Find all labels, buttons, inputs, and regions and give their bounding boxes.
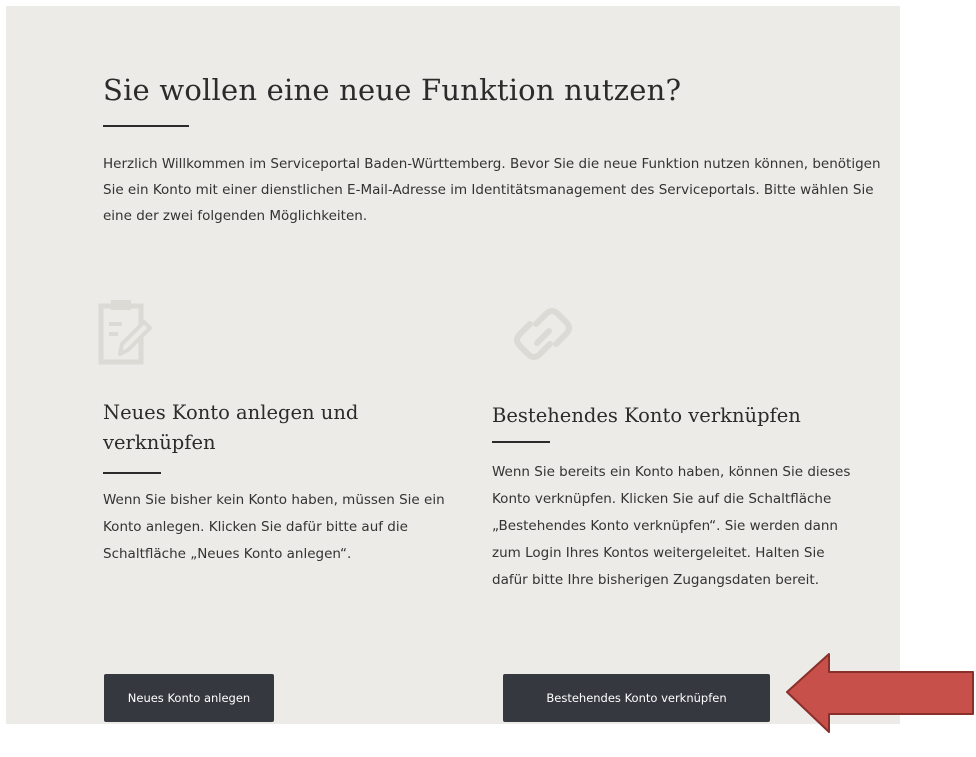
new-account-description: Wenn Sie bisher kein Konto haben, müssen…	[103, 492, 445, 562]
account-choice-panel: Sie wollen eine neue Funktion nutzen? He…	[6, 6, 900, 724]
link-account-button[interactable]: Bestehendes Konto verknüpfen	[503, 674, 770, 722]
page-title: Sie wollen eine neue Funktion nutzen?	[103, 73, 682, 107]
clipboard-edit-icon	[98, 300, 152, 365]
new-account-underline	[103, 472, 161, 474]
link-account-underline	[492, 441, 550, 443]
link-account-description: Wenn Sie bereits ein Konto haben, können…	[492, 464, 851, 588]
left-arrow-icon	[786, 653, 974, 733]
link-icon	[514, 308, 572, 360]
new-account-button[interactable]: Neues Konto anlegen	[104, 674, 274, 722]
intro-text: Herzlich Willkommen im Serviceportal Bad…	[103, 156, 881, 224]
new-account-heading: Neues Konto anlegen und verknüpfen	[103, 401, 359, 454]
title-underline	[103, 125, 189, 127]
link-account-heading: Bestehendes Konto verknüpfen	[492, 404, 801, 427]
